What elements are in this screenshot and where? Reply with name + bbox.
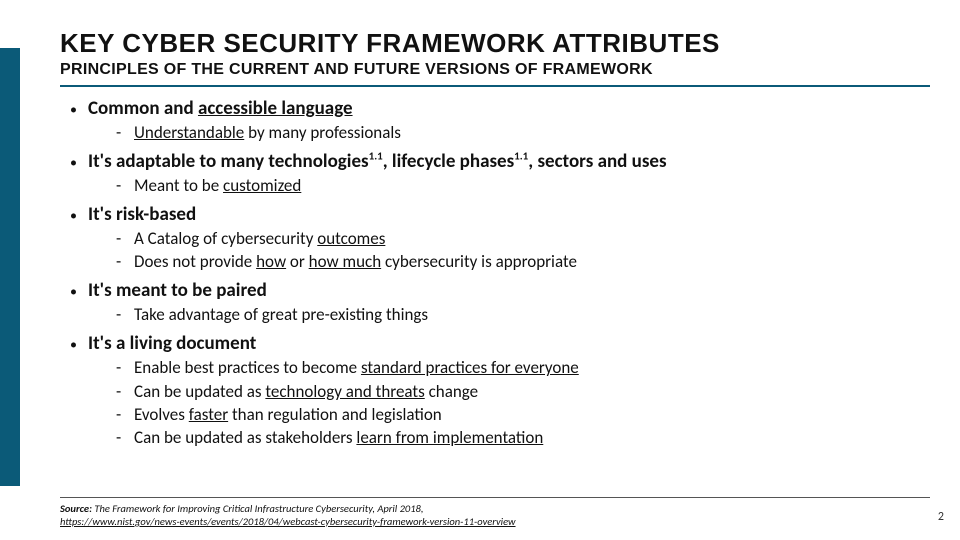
sub-bullet-item: A Catalog of cybersecurity outcomes <box>116 228 930 250</box>
sub-bullet-list: A Catalog of cybersecurity outcomesDoes … <box>116 228 930 273</box>
sub-bullet-item: Take advantage of great pre-existing thi… <box>116 304 930 326</box>
sub-bullet-item: Evolves faster than regulation and legis… <box>116 404 930 426</box>
sub-bullet-list: Understandable by many professionals <box>116 122 930 144</box>
bullet-heading: It's adaptable to many technologies1.1, … <box>88 150 667 173</box>
sub-bullet-list: Meant to be customized <box>116 175 930 197</box>
sub-bullet-item: Enable best practices to become standard… <box>116 357 930 379</box>
source-text: The Framework for Improving Critical Inf… <box>94 502 423 515</box>
sub-bullet-item: Understandable by many professionals <box>116 122 930 144</box>
sub-bullet-list: Take advantage of great pre-existing thi… <box>116 304 930 326</box>
sub-bullet-item: Does not provide how or how much cyberse… <box>116 251 930 273</box>
sub-bullet-item: Can be updated as stakeholders learn fro… <box>116 427 930 449</box>
bullet-heading: Common and accessible language <box>88 97 353 120</box>
bullet-heading: It's a living document <box>88 332 256 355</box>
bullet-item: It's meant to be paired <box>68 279 930 302</box>
slide-footer: Source: The Framework for Improving Crit… <box>60 497 930 528</box>
source-label: Source: <box>60 502 92 515</box>
footer-divider <box>60 497 930 498</box>
accent-sidebar <box>0 48 20 486</box>
bullet-item: It's a living document <box>68 332 930 355</box>
bullet-heading: It's risk-based <box>88 203 196 226</box>
slide-title: KEY CYBER SECURITY FRAMEWORK ATTRIBUTES <box>60 28 930 59</box>
page-number: 2 <box>938 510 944 524</box>
sub-bullet-item: Can be updated as technology and threats… <box>116 381 930 403</box>
title-divider <box>60 85 930 87</box>
bullet-item: It's adaptable to many technologies1.1, … <box>68 150 930 173</box>
slide-content: KEY CYBER SECURITY FRAMEWORK ATTRIBUTES … <box>60 28 930 455</box>
sub-bullet-item: Meant to be customized <box>116 175 930 197</box>
sub-bullet-list: Enable best practices to become standard… <box>116 357 930 448</box>
source-link[interactable]: https://www.nist.gov/news-events/events/… <box>60 515 516 528</box>
bullet-item: It's risk-based <box>68 203 930 226</box>
bullet-list: Common and accessible languageUnderstand… <box>68 97 930 449</box>
source-citation: Source: The Framework for Improving Crit… <box>60 502 930 528</box>
bullet-heading: It's meant to be paired <box>88 279 267 302</box>
slide-subtitle: PRINCIPLES OF THE CURRENT AND FUTURE VER… <box>60 61 930 79</box>
bullet-item: Common and accessible language <box>68 97 930 120</box>
